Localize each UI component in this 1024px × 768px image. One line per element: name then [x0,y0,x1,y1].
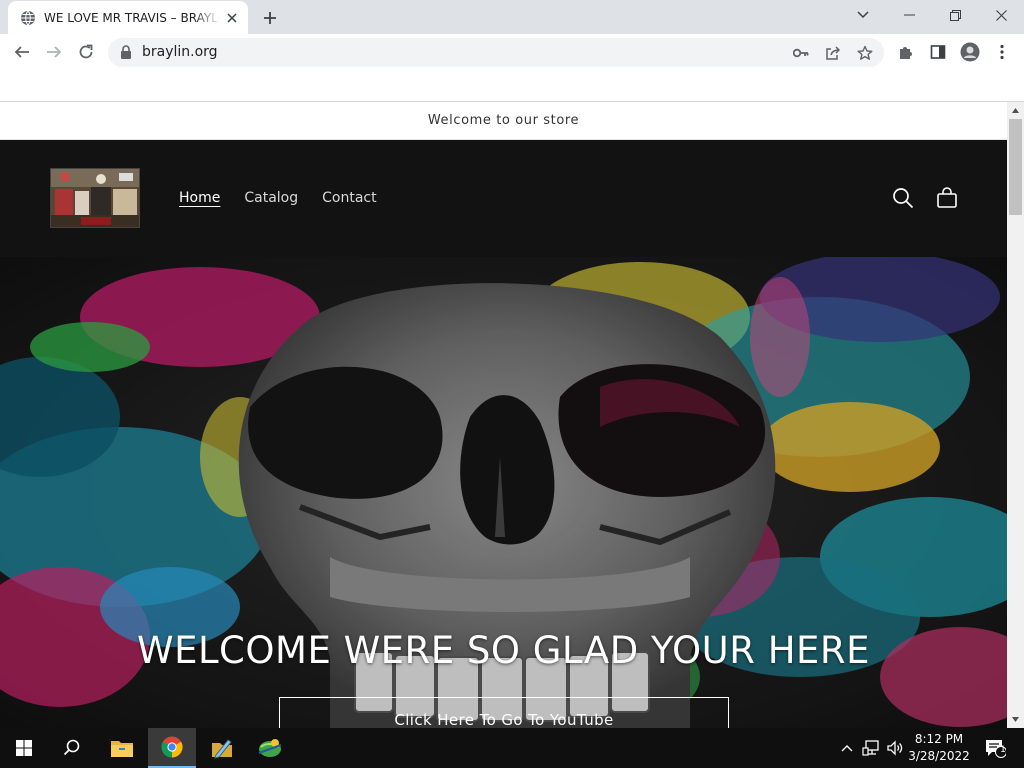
forward-button[interactable] [40,38,68,66]
cart-icon[interactable] [934,185,960,211]
side-panel-icon[interactable] [924,38,952,66]
youtube-cta-button[interactable]: Click Here To Go To YouTube [279,697,729,728]
share-icon[interactable] [824,44,842,62]
minimize-button[interactable] [886,0,932,30]
windows-logo-icon [16,740,32,756]
clock-date: 3/28/2022 [908,749,970,763]
nav-catalog-link[interactable]: Catalog [244,190,298,206]
tab-search-icon[interactable] [840,0,886,30]
tab-close-icon[interactable] [224,10,240,26]
store-header: Home Catalog Contact [0,141,1007,257]
tab-title: WE LOVE MR TRAVIS – BRAYLIN.ORG [44,10,220,25]
nav-contact-link[interactable]: Contact [322,190,376,206]
scroll-down-arrow-icon[interactable] [1007,711,1024,728]
store-logo-image [51,169,139,227]
reload-button[interactable] [72,38,100,66]
search-icon[interactable] [890,185,916,211]
hero-heading: WELCOME WERE SO GLAD YOUR HERE [136,629,870,672]
browser-tab[interactable]: WE LOVE MR TRAVIS – BRAYLIN.ORG [8,1,248,34]
main-nav: Home Catalog Contact [179,190,377,206]
new-tab-button[interactable] [258,6,282,30]
show-hidden-icons-chevron-icon[interactable] [838,728,856,768]
hero-banner: WELCOME WERE SO GLAD YOUR HERE Click Her… [0,257,1007,728]
clock-time: 8:12 PM [914,732,964,746]
more-menu-icon[interactable] [988,38,1016,66]
start-button[interactable] [0,728,48,768]
restore-button[interactable] [932,0,978,30]
system-clock[interactable]: 8:12 PM 3/28/2022 [904,731,974,765]
bookmarks-bar-area [0,70,1024,102]
scroll-up-arrow-icon[interactable] [1007,102,1024,119]
close-window-button[interactable] [978,0,1024,30]
address-bar[interactable]: braylin.org [108,38,884,67]
profile-avatar-icon[interactable] [956,38,984,66]
extensions-puzzle-icon[interactable] [892,38,920,66]
windows-taskbar: 8:12 PM 3/28/2022 1 [0,728,1024,768]
nav-home-link[interactable]: Home [179,190,220,206]
network-globe-app-icon[interactable] [246,728,294,768]
scroll-thumb[interactable] [1009,119,1022,215]
lock-icon[interactable] [120,45,132,59]
folder-pencil-app-icon[interactable] [198,728,246,768]
volume-speaker-icon[interactable] [884,728,906,768]
notification-center-icon[interactable]: 1 [980,728,1010,768]
globe-icon [21,10,35,25]
browser-toolbar: braylin.org [0,34,1024,70]
announcement-bar: Welcome to our store [0,102,1007,140]
tab-strip: WE LOVE MR TRAVIS – BRAYLIN.ORG [0,0,1024,34]
back-button[interactable] [8,38,36,66]
notification-count-badge: 1 [1000,745,1006,755]
network-status-icon[interactable] [860,728,882,768]
announcement-text: Welcome to our store [427,113,580,128]
key-icon[interactable] [792,44,810,62]
page-scrollbar[interactable] [1007,102,1024,728]
search-taskbar-icon[interactable] [48,728,96,768]
store-logo[interactable] [50,168,140,228]
file-explorer-icon[interactable] [98,728,146,768]
page-viewport: Welcome to our store Home Catalog Contac… [0,102,1007,728]
chrome-taskbar-icon[interactable] [148,728,196,768]
url-text[interactable]: braylin.org [142,44,218,60]
bookmark-star-icon[interactable] [856,44,874,62]
